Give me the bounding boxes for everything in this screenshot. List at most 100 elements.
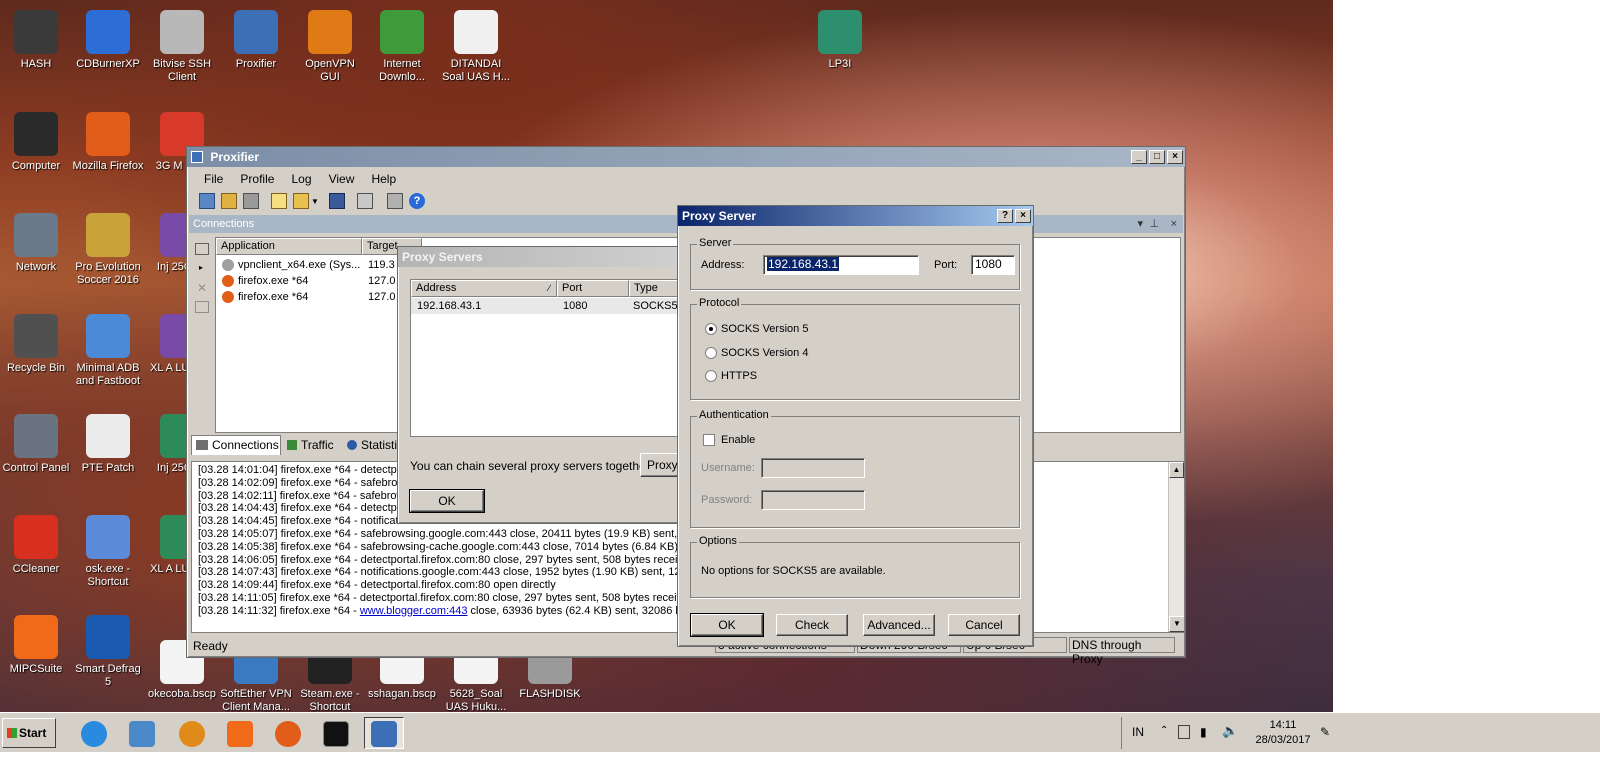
menu-file[interactable]: File bbox=[197, 169, 230, 189]
desktop-icon-label: Recycle Bin bbox=[6, 362, 66, 374]
menu-help[interactable]: Help bbox=[364, 169, 403, 189]
clock-time[interactable]: 14:11 bbox=[1258, 719, 1308, 731]
start-button[interactable]: Start bbox=[2, 718, 56, 748]
chevron-down-icon[interactable]: ▼ bbox=[311, 197, 319, 206]
desktop-icon[interactable]: Pro Evolution Soccer 2016 bbox=[72, 213, 144, 287]
kill-connection-icon[interactable]: ✕ bbox=[197, 281, 207, 295]
port-input[interactable]: 1080 bbox=[971, 255, 1015, 275]
minimize-button[interactable]: _ bbox=[1131, 150, 1147, 164]
radio-socks4[interactable] bbox=[705, 347, 717, 359]
taskbar-firefox-icon[interactable] bbox=[268, 717, 308, 749]
taskbar-cmd-icon[interactable] bbox=[316, 717, 356, 749]
print-icon[interactable] bbox=[387, 193, 403, 209]
signal-icon[interactable]: ▮ bbox=[1200, 725, 1207, 739]
desktop-icon[interactable]: Recycle Bin bbox=[0, 314, 72, 375]
desktop-icon[interactable]: Smart Defrag 5 bbox=[72, 615, 144, 689]
taskbar-mi-pcsuite-icon[interactable] bbox=[220, 717, 260, 749]
check-button[interactable]: Check bbox=[776, 614, 848, 636]
column-application[interactable]: Application bbox=[216, 238, 362, 255]
desktop-icon[interactable]: Proxifier bbox=[220, 10, 292, 71]
enable-auth-checkbox[interactable] bbox=[703, 434, 715, 446]
tab-connections[interactable]: Connections bbox=[191, 435, 281, 455]
help-icon[interactable]: ? bbox=[409, 193, 425, 209]
tray-app-icon[interactable] bbox=[1178, 725, 1190, 739]
desktop-icon[interactable]: Internet Downlo... bbox=[366, 10, 438, 84]
new-profile-icon[interactable] bbox=[199, 193, 215, 209]
desktop-icon[interactable]: DITANDAI Soal UAS H... bbox=[440, 10, 512, 84]
clock-date[interactable]: 28/03/2017 bbox=[1248, 734, 1318, 746]
desktop-icon[interactable]: Computer bbox=[0, 112, 72, 173]
menu-view[interactable]: View bbox=[322, 169, 362, 189]
advanced-button[interactable]: Advanced... bbox=[863, 614, 935, 636]
proxy-row[interactable]: 192.168.43.1 1080 SOCKS5 bbox=[411, 298, 685, 314]
help-button[interactable]: ? bbox=[997, 209, 1013, 223]
radio-socks5[interactable] bbox=[705, 323, 717, 335]
maximize-button[interactable]: □ bbox=[1149, 150, 1165, 164]
desktop-icon[interactable]: CDBurnerXP bbox=[72, 10, 144, 71]
password-input[interactable] bbox=[761, 490, 865, 510]
taskbar: Start IN ⌃ ▮ 🔈 14:11 28/03/2017 ✎ bbox=[0, 712, 1600, 752]
proxification-rules-icon[interactable] bbox=[243, 193, 259, 209]
username-input[interactable] bbox=[761, 458, 865, 478]
close-button[interactable]: × bbox=[1167, 150, 1183, 164]
address-input[interactable]: 192.168.43.1 bbox=[763, 255, 919, 275]
show-desktop-icon[interactable]: ✎ bbox=[1320, 725, 1330, 739]
pane-close-icon[interactable]: × bbox=[1171, 215, 1177, 233]
enable-auth-label[interactable]: Enable bbox=[721, 434, 755, 446]
desktop-icon[interactable]: Network bbox=[0, 213, 72, 274]
proxy-servers-icon[interactable] bbox=[221, 193, 237, 209]
desktop-icon[interactable]: HASH bbox=[0, 10, 72, 71]
menu-log[interactable]: Log bbox=[284, 169, 318, 189]
taskbar-proxifier-icon[interactable] bbox=[364, 717, 404, 749]
pane-pin-icon[interactable]: ⊥ bbox=[1149, 215, 1159, 233]
log-link[interactable]: www.blogger.com:443 bbox=[360, 605, 468, 617]
properties-icon[interactable] bbox=[357, 193, 373, 209]
pane-menu-icon[interactable]: ▾ bbox=[1137, 215, 1143, 233]
https-label[interactable]: HTTPS bbox=[721, 370, 757, 382]
desktop-icon[interactable]: PTE Patch bbox=[72, 414, 144, 475]
ok-button[interactable]: OK bbox=[690, 613, 764, 637]
desktop-icon[interactable]: osk.exe - Shortcut bbox=[72, 515, 144, 589]
desktop-icon[interactable]: Bitvise SSH Client bbox=[146, 10, 218, 84]
log-scrollbar[interactable]: ▲ ▼ bbox=[1168, 462, 1184, 632]
volume-icon[interactable]: 🔈 bbox=[1222, 723, 1238, 739]
connection-row[interactable]: firefox.exe *64 127.0 bbox=[218, 289, 422, 305]
cancel-button[interactable]: Cancel bbox=[948, 614, 1020, 636]
desktop-icon[interactable]: CCleaner bbox=[0, 515, 72, 576]
dialog-close-button[interactable]: × bbox=[1015, 209, 1031, 223]
desktop-icon[interactable]: LP3I bbox=[804, 10, 876, 71]
details-icon[interactable] bbox=[195, 301, 209, 313]
taskbar-media-player-icon[interactable] bbox=[172, 717, 212, 749]
taskbar-ie-icon[interactable] bbox=[74, 717, 114, 749]
proxifier-titlebar[interactable]: Proxifier _ □ × bbox=[187, 147, 1185, 167]
tray-expand-icon[interactable]: ⌃ bbox=[1160, 725, 1168, 736]
menu-profile[interactable]: Profile bbox=[233, 169, 281, 189]
connection-row[interactable]: firefox.exe *64 127.0 bbox=[218, 273, 422, 289]
scroll-down-arrow-icon[interactable]: ▼ bbox=[1169, 616, 1184, 632]
folder-icon[interactable] bbox=[293, 193, 309, 209]
desktop-icon[interactable]: MIPCSuite bbox=[0, 615, 72, 676]
column-address[interactable]: Address ∕ bbox=[411, 280, 557, 297]
desktop-icon[interactable]: OpenVPN GUI bbox=[294, 10, 366, 84]
desktop-icon[interactable]: Control Panel bbox=[0, 414, 72, 475]
connection-target: 119.3 bbox=[368, 259, 395, 271]
scroll-up-arrow-icon[interactable]: ▲ bbox=[1169, 462, 1184, 478]
desktop-icon[interactable]: Minimal ADB and Fastboot bbox=[72, 314, 144, 388]
column-port[interactable]: Port bbox=[557, 280, 629, 297]
socks5-label[interactable]: SOCKS Version 5 bbox=[721, 323, 808, 335]
language-indicator[interactable]: IN bbox=[1132, 725, 1144, 739]
socks4-label[interactable]: SOCKS Version 4 bbox=[721, 347, 808, 359]
save-icon[interactable] bbox=[329, 193, 345, 209]
open-profile-icon[interactable] bbox=[271, 193, 287, 209]
list-view-icon[interactable] bbox=[195, 243, 209, 255]
expand-icon[interactable]: ▸ bbox=[199, 263, 203, 272]
proxy-servers-ok-button[interactable]: OK bbox=[409, 489, 485, 513]
proxy-server-titlebar[interactable]: Proxy Server ? × bbox=[678, 206, 1033, 226]
proxy-servers-titlebar[interactable]: Proxy Servers bbox=[398, 247, 686, 267]
connection-row[interactable]: vpnclient_x64.exe (Sys... 119.3 bbox=[218, 257, 422, 273]
desktop-icon[interactable]: Mozilla Firefox bbox=[72, 112, 144, 173]
proxy-server-dialog: Proxy Server ? × Server Address: 192.168… bbox=[677, 205, 1034, 647]
tab-traffic[interactable]: Traffic bbox=[283, 437, 341, 455]
radio-https[interactable] bbox=[705, 370, 717, 382]
taskbar-explorer-icon[interactable] bbox=[122, 717, 162, 749]
